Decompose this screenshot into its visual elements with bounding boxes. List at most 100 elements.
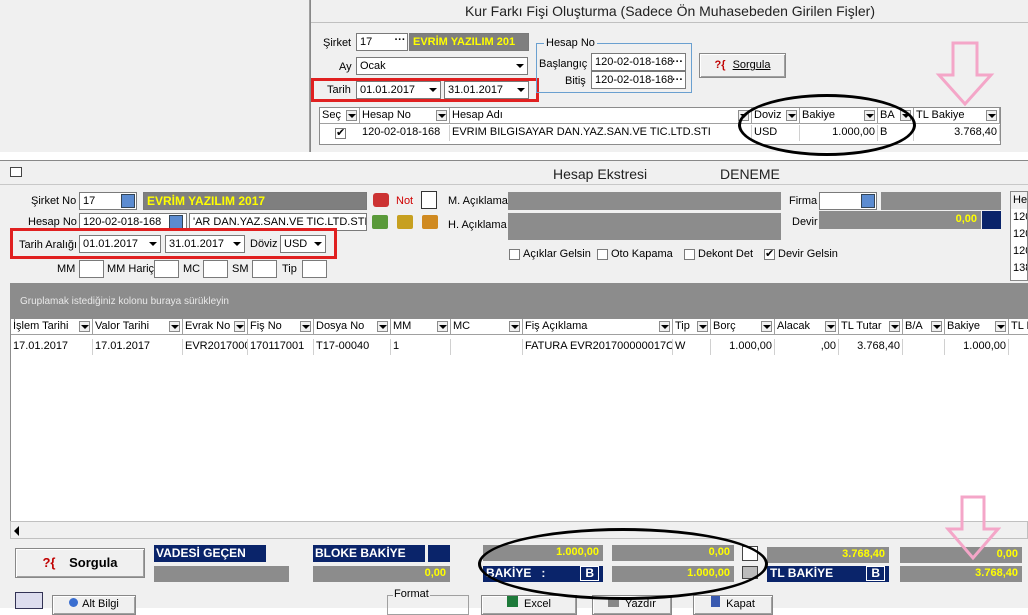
top-sorgula-button[interactable]: ?{ Sorgula [699, 53, 786, 78]
sorgula-label: Sorgula [69, 555, 118, 570]
sorgula-button[interactable]: ?{ Sorgula [15, 548, 145, 578]
tarih-start-value: 01.01.2017 [360, 84, 416, 96]
account-list[interactable]: He 120 120 120 138 [1010, 191, 1028, 281]
list-item[interactable]: 138 [1011, 260, 1027, 277]
col-bakiye[interactable]: Bakiye [945, 319, 1009, 335]
col-fis-aciklama[interactable]: Fiş Açıklama [523, 319, 673, 335]
col-hesap-adi[interactable]: Hesap Adı [450, 108, 752, 124]
col-tl-tutar[interactable]: TL Tutar [839, 319, 903, 335]
hesap-group-label: Hesap No [544, 37, 597, 49]
vadesi-gecen-value [154, 566, 289, 582]
col-tip[interactable]: Tip [673, 319, 711, 335]
col-mm[interactable]: MM [391, 319, 451, 335]
tool-icon-2[interactable] [397, 215, 413, 229]
window-title: Hesap Ekstresi [553, 166, 648, 182]
format-label: Format [393, 588, 430, 600]
h-aciklama-field[interactable] [508, 213, 781, 240]
tarih-end-select[interactable]: 31.01.2017 [444, 81, 529, 99]
tool-icon-1[interactable] [372, 215, 388, 229]
query-icon: ?{ [42, 555, 56, 570]
title-divider [311, 22, 1028, 23]
bitis-field[interactable]: 120-02-018-168 ··· [591, 71, 686, 89]
col-ba[interactable]: B/A [903, 319, 945, 335]
list-item[interactable]: 120 [1011, 209, 1027, 226]
h-aciklama-label: H. Açıklama [448, 219, 507, 231]
not-label[interactable]: Not [396, 195, 413, 207]
vadesi-gecen-label: VADESİ GEÇEN [154, 545, 266, 562]
mm-haric-field[interactable] [154, 260, 179, 278]
bloke-bakiye-label: BLOKE BAKİYE [313, 545, 425, 562]
mm-label: MM [57, 263, 76, 275]
tl-bakiye-label: TL BAKİYE B [767, 566, 889, 582]
devir-gelsin-label: Devir Gelsin [778, 248, 838, 260]
title-bar [0, 161, 1028, 185]
kapat-label: Kapat [726, 598, 755, 610]
col-borc[interactable]: Borç [711, 319, 775, 335]
col-dosya-no[interactable]: Dosya No [314, 319, 391, 335]
sirket-lookup-icon[interactable] [121, 194, 135, 208]
col-islem-tarihi[interactable]: İşlem Tarihi [11, 319, 93, 335]
door-icon [711, 596, 721, 607]
col-hesap-no[interactable]: Hesap No [360, 108, 450, 124]
tarih-start-value: 01.01.2017 [83, 238, 139, 250]
tip-field[interactable] [302, 260, 327, 278]
col-fis-no[interactable]: Fiş No [248, 319, 314, 335]
ay-label: Ay [339, 61, 352, 73]
pink-arrow-icon [935, 41, 995, 107]
mc-field[interactable] [203, 260, 228, 278]
list-item[interactable]: 120 [1011, 226, 1027, 243]
table-row[interactable]: 17.01.2017 17.01.2017 EVR2017000 1701170… [11, 339, 1028, 355]
group-hint: Gruplamak istediğiniz kolonu buraya sürü… [20, 296, 229, 307]
col-mc[interactable]: MC [451, 319, 523, 335]
app-icon [10, 167, 22, 177]
horizontal-scrollbar[interactable] [10, 521, 1028, 539]
tip-label: Tip [282, 263, 297, 275]
alt-bilgi-button[interactable]: Alt Bilgi [52, 595, 136, 615]
mm-field[interactable] [79, 260, 104, 278]
col-sec[interactable]: Seç [320, 108, 360, 124]
cell-mc [451, 339, 523, 355]
aciklar-gelsin-checkbox[interactable] [509, 249, 520, 260]
print-icon[interactable] [373, 193, 389, 207]
devir-gelsin-checkbox[interactable] [764, 247, 775, 260]
m-aciklama-label: M. Açıklama [448, 195, 508, 207]
hesap-lookup-icon[interactable] [169, 215, 183, 229]
col-evrak-no[interactable]: Evrak No [183, 319, 248, 335]
firma-lookup-icon[interactable] [861, 194, 875, 208]
sorgula-label: Sorgula [732, 59, 771, 71]
cell-tip: W [673, 339, 711, 355]
cell-fis-aciklama: FATURA EVR201700000017C [523, 339, 673, 355]
cell-tl-bakiye: 3.768,40 [914, 125, 1000, 141]
search-icon[interactable] [421, 191, 437, 209]
ay-select[interactable]: Ocak [356, 57, 528, 75]
row-select-checkbox[interactable] [335, 126, 346, 139]
excel-button[interactable]: Excel [481, 595, 577, 615]
baslangic-field[interactable]: 120-02-018-168 ··· [591, 53, 686, 71]
col-tl-bakiye[interactable]: TL Bakiye [914, 108, 1000, 124]
bloke-ba-box [428, 545, 450, 562]
m-aciklama-field[interactable] [508, 192, 781, 210]
col-valor-tarihi[interactable]: Valor Tarihi [93, 319, 183, 335]
tl-total-1: 3.768,40 [767, 547, 889, 563]
list-item[interactable]: 120 [1011, 243, 1027, 260]
tarih-start-select[interactable]: 01.01.2017 [356, 81, 441, 99]
devir-ba-field [982, 211, 1001, 229]
sm-field[interactable] [252, 260, 277, 278]
doviz-select[interactable]: USD [280, 235, 326, 253]
tarih-end-select[interactable]: 31.01.2017 [165, 235, 245, 253]
list-item[interactable]: He [1011, 192, 1027, 209]
cell-tl-tutar: 3.768,40 [839, 339, 903, 355]
sirket-lookup-button[interactable]: ··· [393, 35, 407, 49]
excel-label: Excel [524, 598, 551, 610]
annotation-ellipse-top [738, 94, 916, 156]
scale-icon[interactable] [422, 215, 438, 229]
dekont-det-checkbox[interactable] [684, 249, 695, 260]
scroll-left-icon[interactable] [14, 526, 19, 536]
baslangic-label: Başlangıç [539, 58, 588, 70]
tarih-start-select[interactable]: 01.01.2017 [79, 235, 161, 253]
kapat-button[interactable]: Kapat [693, 595, 773, 615]
col-alacak[interactable]: Alacak [775, 319, 839, 335]
col-tl-bakiye[interactable]: TL B [1009, 319, 1028, 335]
oto-kapama-checkbox[interactable] [597, 249, 608, 260]
cell-hesap-no: 120-02-018-168 [360, 125, 450, 141]
